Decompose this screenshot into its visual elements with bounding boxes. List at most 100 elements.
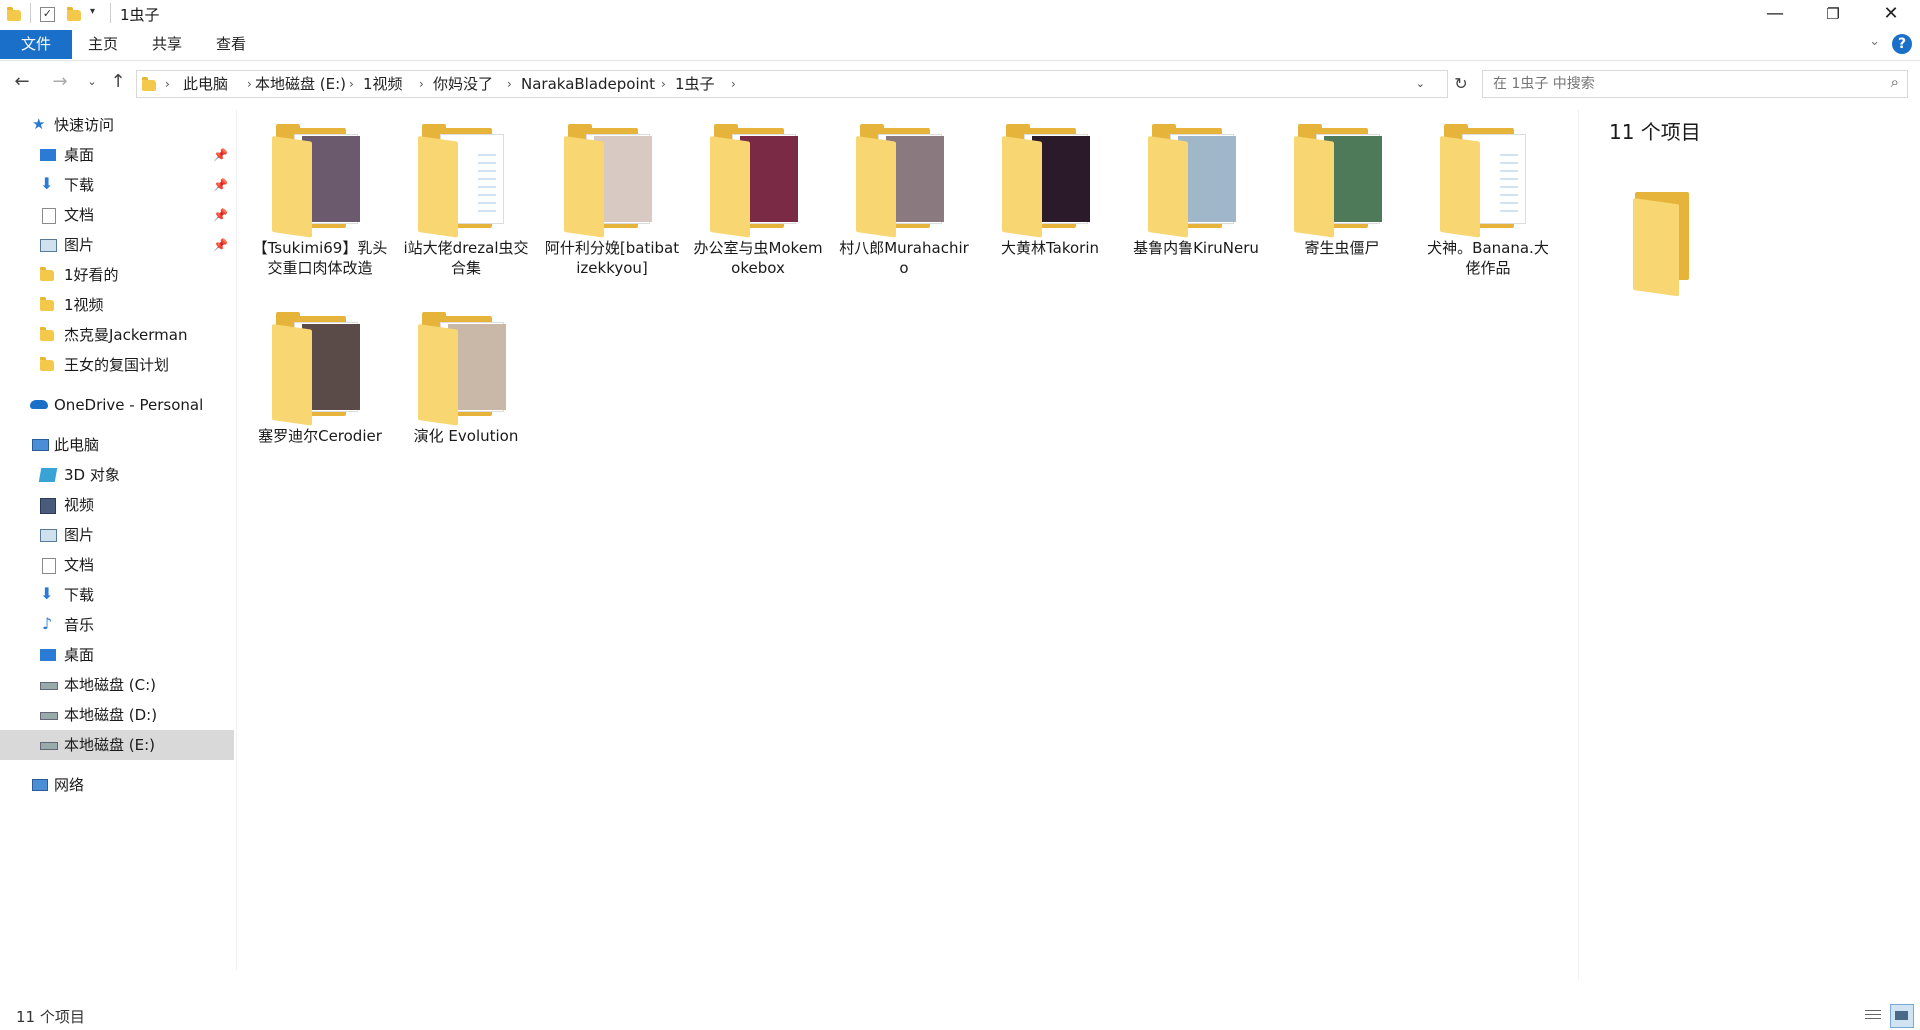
customize-toolbar-icon[interactable]: ▾: [90, 6, 95, 17]
window-title: 1虫子: [120, 6, 160, 24]
folder-tile[interactable]: 基鲁内鲁KiruNeru: [1126, 120, 1266, 310]
sidebar-item-downloads[interactable]: ⬇ 下载 📌: [0, 170, 234, 200]
search-input[interactable]: [1491, 71, 1875, 97]
folder-tile[interactable]: 演化 Evolution: [396, 308, 536, 498]
sidebar-item-videos[interactable]: 视频: [0, 490, 234, 520]
sidebar-item-drive-d[interactable]: 本地磁盘 (D:): [0, 700, 234, 730]
back-arrow-icon[interactable]: ←: [8, 66, 36, 98]
sidebar-item-drive-e[interactable]: 本地磁盘 (E:): [0, 730, 234, 760]
preview-pane: 11 个项目: [1578, 110, 1920, 980]
folder-icon: [710, 124, 806, 238]
sidebar-item-folder-3[interactable]: 杰克曼Jackerman: [0, 320, 234, 350]
chevron-right-icon[interactable]: ›: [731, 71, 736, 97]
sidebar-item-onedrive[interactable]: OneDrive - Personal: [0, 390, 234, 420]
sidebar-item-pictures-pc[interactable]: 图片: [0, 520, 234, 550]
address-bar[interactable]: › 此电脑 › 本地磁盘 (E:) › 1视频 › 你妈没了 › NarakaB…: [136, 70, 1448, 98]
network-icon: [32, 779, 48, 791]
folder-tile[interactable]: 大黄林Takorin: [980, 120, 1120, 310]
tab-file[interactable]: 文件: [0, 30, 72, 59]
search-box[interactable]: ⌕: [1482, 70, 1908, 98]
status-bar: 11 个项目: [0, 1000, 1920, 1030]
pin-icon[interactable]: 📌: [213, 170, 228, 200]
pin-icon[interactable]: 📌: [213, 200, 228, 230]
close-button[interactable]: ✕: [1862, 0, 1920, 30]
breadcrumb-narakabladepoint[interactable]: NarakaBladepoint: [521, 71, 655, 97]
music-icon: ♪: [42, 614, 53, 633]
sidebar-item-label: 快速访问: [54, 116, 115, 134]
folder-tile[interactable]: 塞罗迪尔Cerodier: [250, 308, 390, 498]
details-view-icon[interactable]: [1862, 1004, 1884, 1026]
properties-check-icon[interactable]: ✓: [40, 7, 55, 22]
recent-locations-chevron-icon[interactable]: ⌄: [78, 66, 106, 98]
sidebar-item-label: 本地磁盘 (D:): [64, 706, 158, 724]
sidebar-item-quick-access[interactable]: ★ 快速访问: [0, 110, 234, 140]
download-icon: ⬇: [40, 584, 54, 603]
pin-icon[interactable]: 📌: [213, 140, 228, 170]
refresh-icon[interactable]: ↻: [1448, 70, 1474, 98]
search-icon[interactable]: ⌕: [1891, 73, 1899, 91]
folder-icon[interactable]: [6, 6, 22, 22]
pin-icon[interactable]: 📌: [213, 230, 228, 260]
drive-icon: [40, 742, 58, 750]
chevron-right-icon[interactable]: ›: [165, 71, 170, 97]
chevron-down-icon[interactable]: ⌄: [1869, 34, 1880, 49]
folder-name: i站大佬drezal虫交合集: [403, 239, 529, 277]
folder-tile[interactable]: 寄生虫僵尸: [1272, 120, 1412, 310]
sidebar-item-label: 图片: [64, 236, 95, 254]
sidebar-item-drive-c[interactable]: 本地磁盘 (C:): [0, 670, 234, 700]
sidebar-item-desktop[interactable]: 桌面 📌: [0, 140, 234, 170]
sidebar-item-label: 网络: [54, 776, 85, 794]
sidebar-item-music[interactable]: ♪ 音乐: [0, 610, 234, 640]
sidebar-item-desktop-pc[interactable]: 桌面: [0, 640, 234, 670]
sidebar-item-downloads-pc[interactable]: ⬇ 下载: [0, 580, 234, 610]
new-folder-icon[interactable]: [66, 6, 82, 22]
folder-name: 犬神。Banana.大佬作品: [1427, 239, 1549, 277]
tab-view[interactable]: 查看: [200, 30, 262, 59]
folder-tile[interactable]: 【Tsukimi69】乳头交重口肉体改造: [250, 120, 390, 310]
help-icon[interactable]: ?: [1892, 34, 1912, 54]
tab-home[interactable]: 主页: [72, 30, 134, 59]
chevron-right-icon[interactable]: ›: [507, 71, 512, 97]
folder-tile[interactable]: 犬神。Banana.大佬作品: [1418, 120, 1558, 310]
breadcrumb-current[interactable]: 1虫子: [675, 71, 715, 97]
breadcrumb-videos[interactable]: 1视频: [363, 71, 403, 97]
desktop-icon: [40, 149, 56, 161]
forward-arrow-icon[interactable]: →: [46, 66, 74, 98]
sidebar-item-this-pc[interactable]: 此电脑: [0, 430, 234, 460]
sidebar-item-network[interactable]: 网络: [0, 770, 234, 800]
chevron-right-icon[interactable]: ›: [349, 71, 354, 97]
navigation-pane: ★ 快速访问 桌面 📌 ⬇ 下载 📌 文档 📌 图片 📌 1好看的 1视频 杰克…: [0, 110, 237, 970]
folder-tile[interactable]: i站大佬drezal虫交合集: [396, 120, 536, 310]
chevron-right-icon[interactable]: ›: [419, 71, 424, 97]
sidebar-item-folder-1[interactable]: 1好看的: [0, 260, 234, 290]
sidebar-item-folder-2[interactable]: 1视频: [0, 290, 234, 320]
sidebar-item-folder-4[interactable]: 王女的复国计划: [0, 350, 234, 380]
sidebar-item-label: 王女的复国计划: [64, 356, 170, 374]
large-icons-view-icon[interactable]: [1890, 1004, 1914, 1028]
sidebar-item-label: 此电脑: [54, 436, 100, 454]
maximize-button[interactable]: ❐: [1804, 0, 1862, 30]
folder-name: 【Tsukimi69】乳头交重口肉体改造: [252, 239, 388, 277]
folder-tile[interactable]: 阿什利分娩[batibatizekkyou]: [542, 120, 682, 310]
breadcrumb-drive-e[interactable]: 本地磁盘 (E:): [255, 71, 346, 97]
breadcrumb-this-pc[interactable]: 此电脑: [183, 71, 228, 97]
sidebar-item-3d-objects[interactable]: 3D 对象: [0, 460, 234, 490]
folder-icon: [564, 124, 660, 238]
tab-share[interactable]: 共享: [136, 30, 198, 59]
folder-icon: [1294, 124, 1390, 238]
address-dropdown-icon[interactable]: ⌄: [1416, 71, 1425, 97]
breadcrumb-folder[interactable]: 你妈没了: [433, 71, 493, 97]
folder-tile[interactable]: 办公室与虫Mokemokebox: [688, 120, 828, 310]
minimize-button[interactable]: —: [1746, 0, 1804, 30]
sidebar-item-pictures[interactable]: 图片 📌: [0, 230, 234, 260]
sidebar-item-label: 视频: [64, 496, 95, 514]
sidebar-item-documents-pc[interactable]: 文档: [0, 550, 234, 580]
folder-tile[interactable]: 村八郎Murahachiro: [834, 120, 974, 310]
sidebar-item-documents[interactable]: 文档 📌: [0, 200, 234, 230]
sidebar-item-label: 桌面: [64, 146, 95, 164]
sidebar-item-label: 图片: [64, 526, 95, 544]
3d-objects-icon: [38, 468, 58, 482]
chevron-right-icon[interactable]: ›: [661, 71, 666, 97]
chevron-right-icon[interactable]: ›: [247, 71, 252, 97]
up-arrow-icon[interactable]: ↑: [104, 66, 132, 98]
